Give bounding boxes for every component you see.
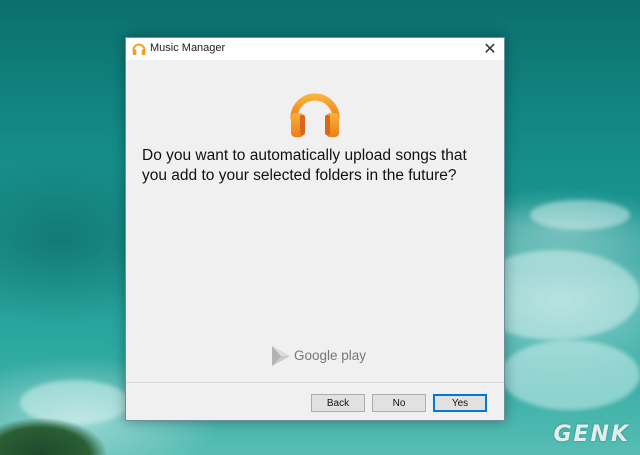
- window-title: Music Manager: [150, 42, 226, 54]
- watermark-logo: GENK: [553, 422, 630, 447]
- question-text: Do you want to automatically upload song…: [142, 147, 467, 184]
- play-triangle-icon: [272, 346, 290, 366]
- wave-foam: [500, 340, 640, 410]
- google-play-branding: Google play: [271, 345, 381, 367]
- headphones-icon: [132, 42, 146, 56]
- wave-foam: [530, 200, 630, 230]
- footer-divider: [126, 382, 504, 383]
- no-button[interactable]: No: [372, 394, 426, 412]
- headphones-icon: [287, 84, 343, 140]
- yes-button[interactable]: Yes: [433, 394, 487, 412]
- back-button[interactable]: Back: [311, 394, 365, 412]
- title-bar[interactable]: Music Manager ✕: [126, 38, 504, 60]
- shore-trees: [0, 395, 140, 455]
- google-play-text: Google play: [294, 348, 367, 363]
- close-button[interactable]: ✕: [476, 38, 504, 60]
- music-manager-dialog: Music Manager ✕ Do you want to automatic…: [125, 37, 505, 421]
